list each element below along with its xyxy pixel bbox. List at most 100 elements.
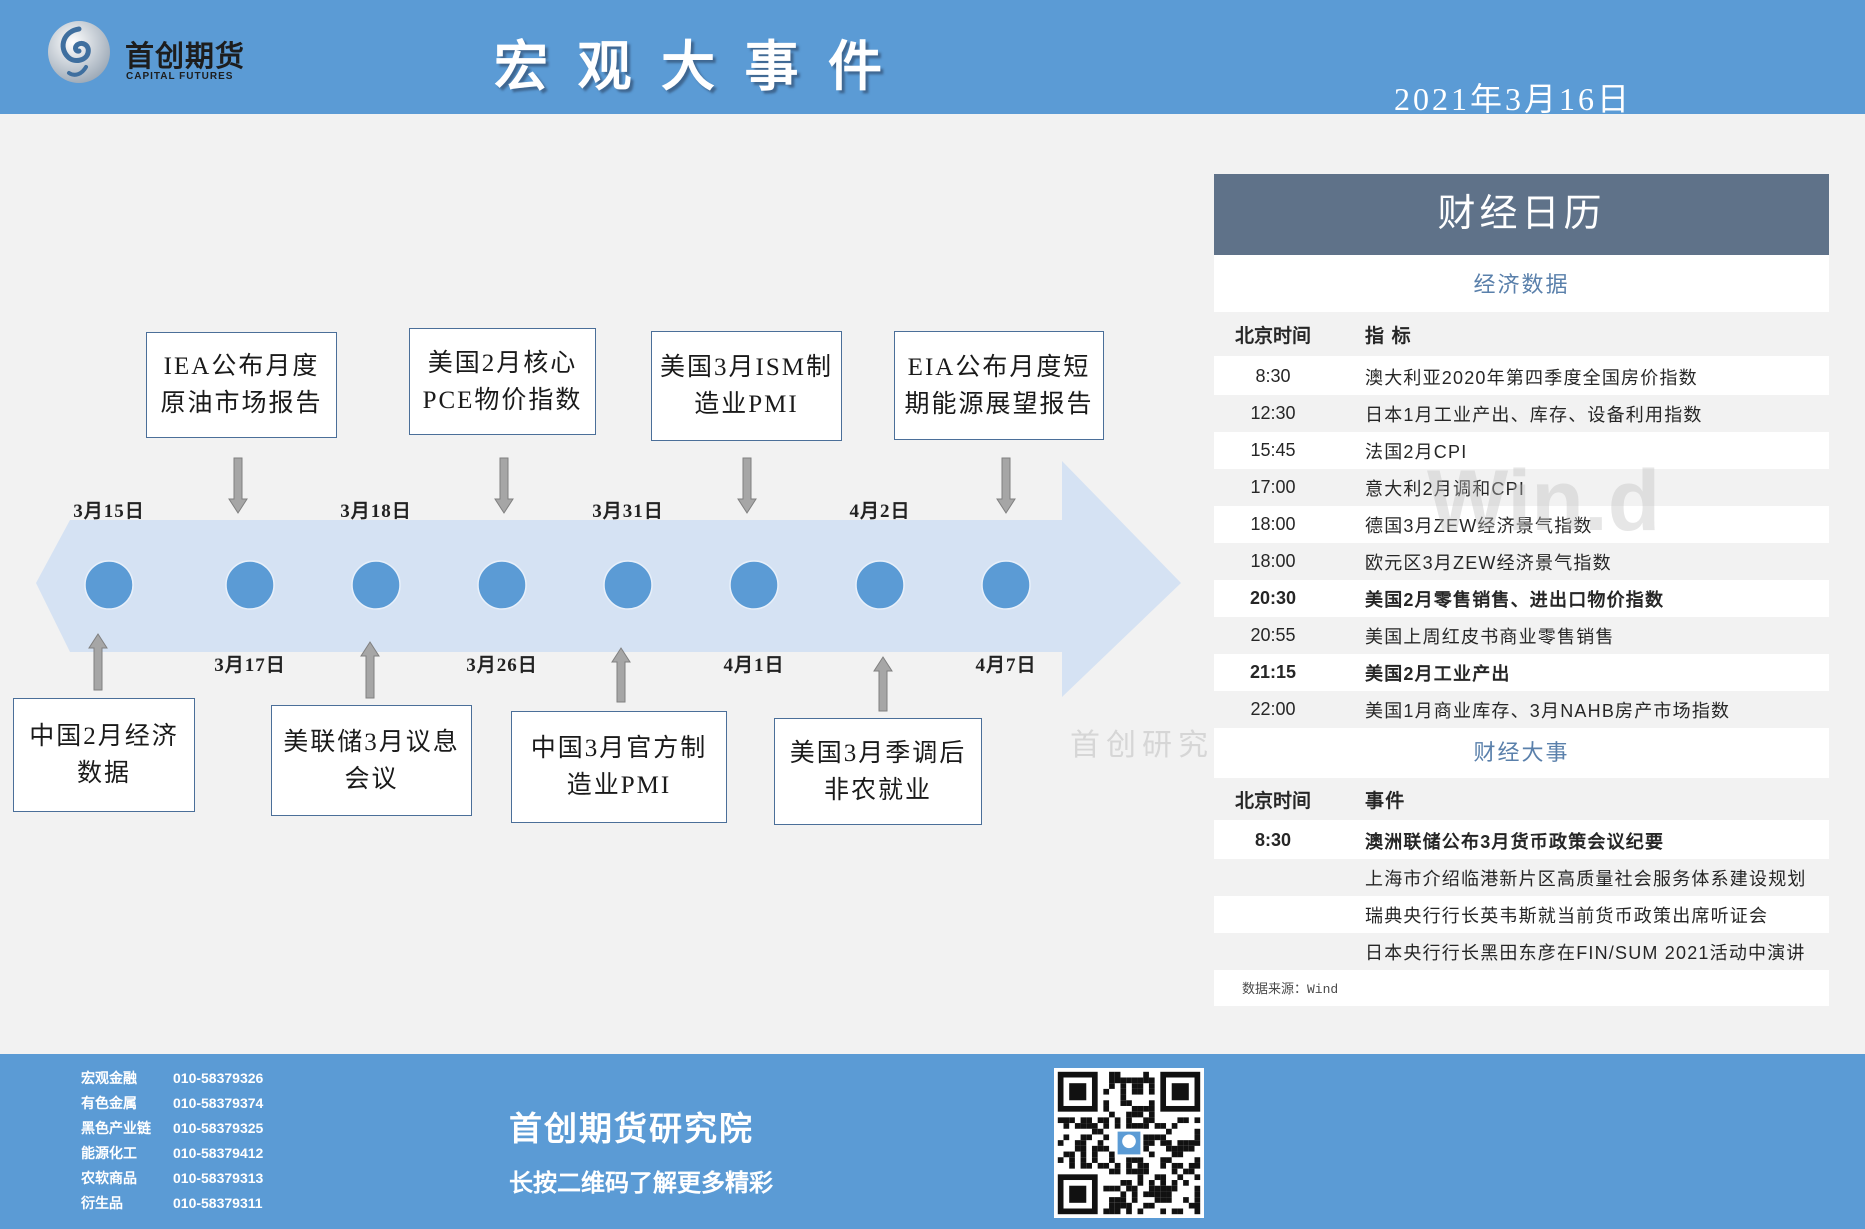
qr-module — [1177, 1151, 1184, 1158]
qr-module — [1080, 1157, 1087, 1163]
row-event: 日本央行行长黑田东彦在FIN/SUM 2021活动中演讲 — [1365, 942, 1806, 963]
contact-phone: 010-58379326 — [173, 1070, 264, 1086]
qr-module — [1188, 1140, 1195, 1146]
row-time: 18:00 — [1250, 551, 1296, 571]
qr-module — [1103, 1208, 1110, 1215]
contact-item: 有色金属 010-58379374 — [81, 1091, 263, 1116]
qr-module — [1137, 1105, 1144, 1112]
qr-module — [1120, 1094, 1127, 1101]
qr-module — [1057, 1140, 1064, 1146]
contact-item: 宏观金融 010-58379326 — [81, 1066, 263, 1091]
qr-module — [1166, 1140, 1172, 1146]
qr-module — [1137, 1162, 1144, 1169]
column-header-time: 北京时间 — [1234, 325, 1311, 347]
table-row: 15:45 法国2月CPI — [1214, 432, 1829, 469]
qr-module — [1114, 1208, 1121, 1215]
qr-module — [1137, 1077, 1144, 1084]
qr-module — [1166, 1197, 1172, 1203]
qr-module — [1120, 1191, 1127, 1198]
qr-module — [1148, 1105, 1155, 1112]
table-row: 21:15 美国2月工业产出 — [1214, 654, 1829, 691]
qr-module — [1080, 1145, 1087, 1152]
qr-module — [1126, 1117, 1132, 1124]
qr-module — [1103, 1088, 1110, 1095]
qr-module — [1126, 1180, 1132, 1186]
row-event: 瑞典央行行长英韦斯就当前货币政策出席听证会 — [1365, 905, 1769, 926]
qr-module — [1069, 1162, 1075, 1169]
qr-module — [1183, 1180, 1189, 1186]
timeline-date: 3月18日 — [340, 501, 412, 522]
qr-module — [1177, 1140, 1184, 1146]
qr-module — [1194, 1208, 1201, 1215]
timeline-node — [351, 560, 401, 610]
contact-item: 黑色产业链 010-58379325 — [81, 1116, 263, 1141]
qr-module — [1143, 1105, 1149, 1112]
qr-module — [1143, 1202, 1149, 1209]
qr-module — [1194, 1197, 1201, 1203]
qr-module — [1188, 1202, 1195, 1209]
qr-module — [1171, 1185, 1178, 1192]
table-row: 上海市介绍临港新片区高质量社会服务体系建设规划 — [1214, 859, 1829, 896]
qr-module — [1069, 1157, 1075, 1163]
qr-module — [1143, 1191, 1149, 1198]
qr-module — [1143, 1071, 1149, 1078]
table-row: 瑞典央行行长英韦斯就当前货币政策出席听证会 — [1214, 896, 1829, 933]
timeline-date: 3月31日 — [592, 501, 664, 522]
qr-module — [1097, 1145, 1104, 1152]
qr-module — [1126, 1100, 1132, 1106]
qr-module — [1114, 1197, 1121, 1203]
qr-module — [1114, 1123, 1121, 1129]
finance-calendar-panel: 财经日历 经济数据 北京时间 指 标 8:30 澳大利亚2020年第四季度全国房… — [1214, 174, 1829, 1006]
row-indicator: 欧元区3月ZEW经济景气指数 — [1365, 552, 1612, 573]
qr-module — [1109, 1157, 1115, 1163]
timeline-date: 4月2日 — [849, 501, 911, 522]
column-header-time: 北京时间 — [1234, 790, 1311, 812]
qr-module — [1194, 1185, 1201, 1192]
qr-module — [1148, 1088, 1155, 1095]
timeline-date: 4月7日 — [975, 655, 1037, 676]
qr-module — [1171, 1162, 1178, 1169]
qr-module — [1103, 1100, 1110, 1106]
timeline-date: 3月26日 — [466, 655, 538, 676]
qr-module — [1137, 1168, 1144, 1175]
table-row: 18:00 德国3月ZEW经济景气指数 — [1214, 506, 1829, 543]
qr-module — [1069, 1117, 1075, 1124]
qr-module — [1109, 1202, 1115, 1209]
qr-module — [1069, 1151, 1075, 1158]
econ-table-header: 北京时间 指 标 — [1214, 312, 1829, 356]
qr-module — [1057, 1117, 1064, 1124]
qr-module — [1148, 1117, 1155, 1124]
event-box: 美联储3月议息 会议 — [271, 705, 472, 816]
table-row: 17:00 意大利2月调和CPI — [1214, 469, 1829, 506]
finance-events-heading: 财经大事 — [1473, 740, 1570, 765]
row-indicator: 意大利2月调和CPI — [1365, 478, 1526, 499]
event-text-line: 造业PMI — [566, 772, 672, 799]
qr-module — [1091, 1123, 1098, 1129]
row-indicator: 德国3月ZEW经济景气指数 — [1365, 515, 1593, 536]
qr-module — [1154, 1134, 1161, 1141]
qr-module — [1126, 1208, 1132, 1215]
qr-module — [1171, 1168, 1178, 1175]
event-text-line: 原油市场报告 — [160, 390, 323, 417]
qr-module — [1171, 1083, 1189, 1101]
qr-module — [1131, 1088, 1138, 1095]
qr-module — [1160, 1191, 1167, 1198]
qr-module — [1166, 1191, 1172, 1198]
qr-module — [1194, 1191, 1201, 1198]
row-event: 上海市介绍临港新片区高质量社会服务体系建设规划 — [1365, 868, 1807, 889]
contact-dept: 黑色产业链 — [81, 1120, 151, 1136]
qr-module — [1183, 1168, 1189, 1175]
qr-module — [1097, 1162, 1104, 1169]
qr-module — [1120, 1197, 1127, 1203]
timeline-date: 3月15日 — [73, 501, 145, 522]
table-row: 8:30 澳洲联储公布3月货币政策会议纪要 — [1214, 822, 1829, 859]
qr-module — [1160, 1174, 1167, 1181]
qr-module — [1177, 1162, 1184, 1169]
qr-module — [1114, 1202, 1121, 1209]
qr-module — [1154, 1191, 1161, 1198]
event-text-line: IEA公布月度 — [163, 353, 320, 380]
qr-module — [1143, 1077, 1149, 1084]
qr-module — [1120, 1083, 1127, 1089]
qr-module — [1131, 1157, 1138, 1163]
table-row: 20:55 美国上周红皮书商业零售销售 — [1214, 617, 1829, 654]
